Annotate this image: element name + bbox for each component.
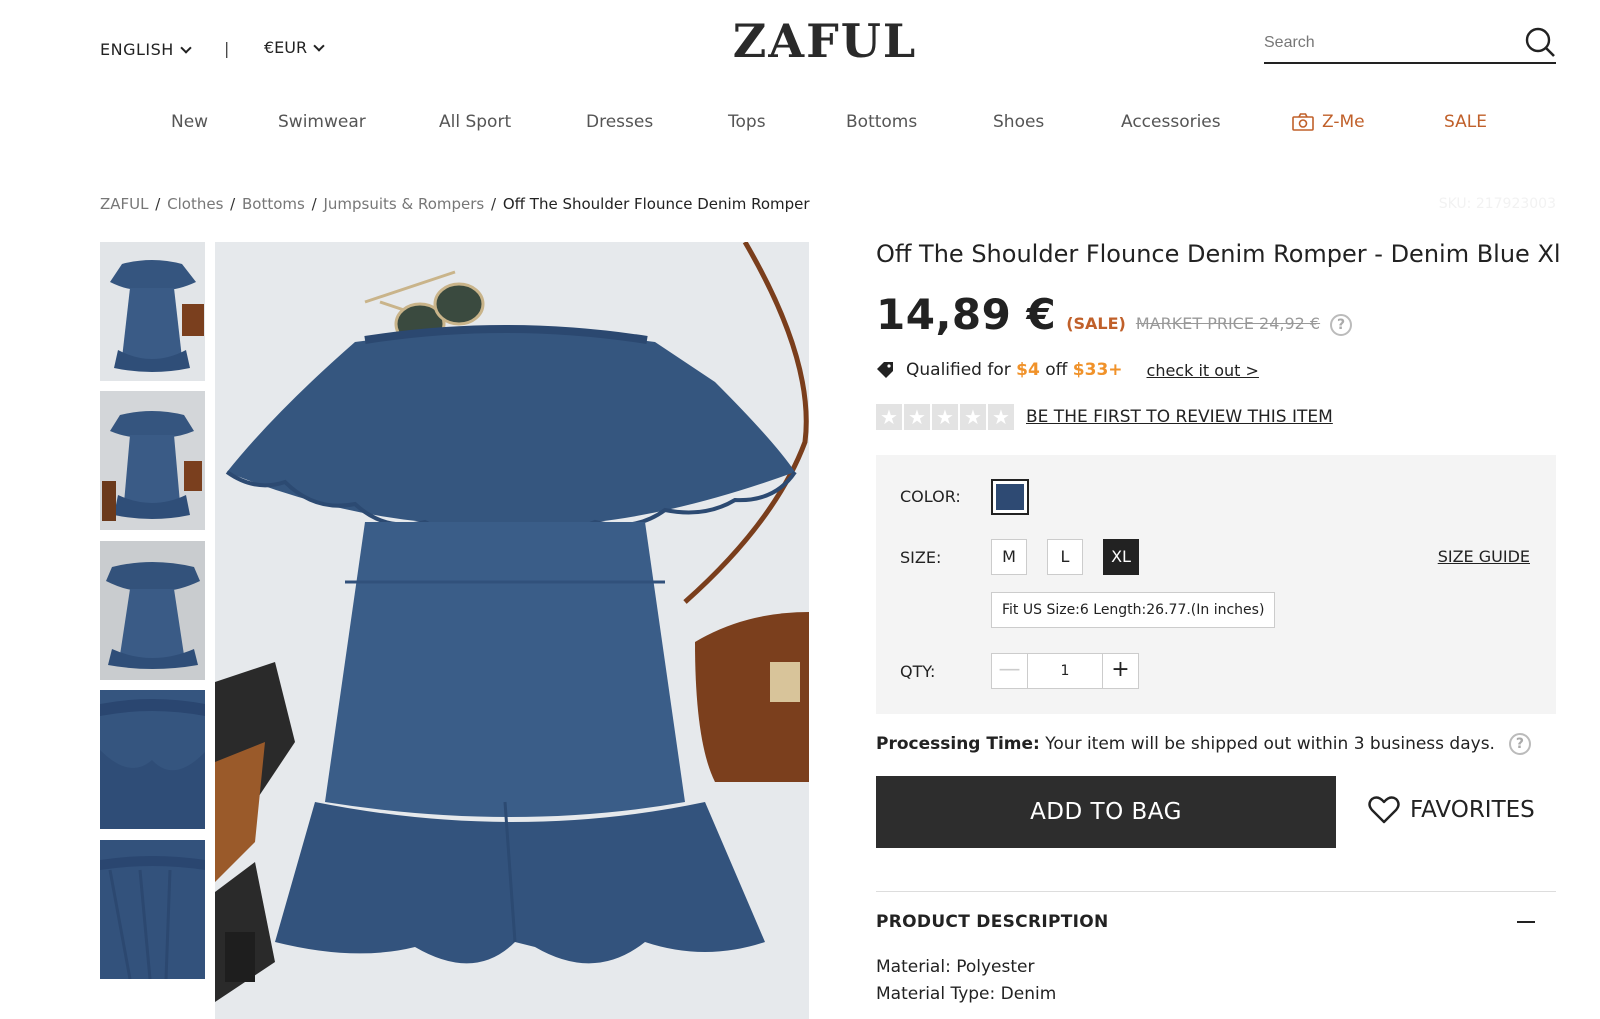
product-thumbnail[interactable] [100,840,205,979]
star-icon: ★ [988,404,1014,430]
qty-decrease-button[interactable]: — [992,654,1028,688]
favorites-button[interactable]: FAVORITES [1368,796,1535,824]
nav-item-sale[interactable]: SALE [1444,112,1487,132]
size-option-l[interactable]: L [1047,539,1083,575]
language-selector[interactable]: ENGLISH [100,40,192,59]
promo-line: Qualified for $4 off $33+ check it out > [876,360,1259,380]
product-description-heading[interactable]: PRODUCT DESCRIPTION [876,912,1109,932]
breadcrumb-link-clothes[interactable]: Clothes [167,195,223,213]
currency-selector[interactable]: €EUR [264,38,325,57]
favorites-label: FAVORITES [1410,797,1535,823]
breadcrumb-link-zaful[interactable]: ZAFUL [100,195,149,213]
size-option-xl[interactable]: XL [1103,539,1139,575]
swatch-fill [996,484,1024,510]
product-thumbnail-image [100,840,205,979]
breadcrumb-separator: / [230,195,236,213]
main-nav: New Swimwear All Sport Dresses Tops Bott… [0,112,1600,142]
write-review-link[interactable]: BE THE FIRST TO REVIEW THIS ITEM [1026,407,1333,427]
promo-threshold: $33+ [1072,360,1123,380]
nav-item-z-me[interactable]: Z-Me [1292,112,1365,132]
description-line: Material Type: Denim [876,984,1057,1004]
chevron-down-icon [313,39,325,52]
nav-item-bottoms[interactable]: Bottoms [846,112,917,132]
quantity-stepper: — 1 + [991,653,1139,689]
breadcrumb: ZAFUL / Clothes / Bottoms / Jumpsuits & … [100,195,810,213]
qty-increase-button[interactable]: + [1102,654,1138,688]
nav-item-dresses[interactable]: Dresses [586,112,653,132]
nav-item-all-sport[interactable]: All Sport [439,112,511,132]
sku-label: SKU: 217923003 [1438,196,1556,212]
star-icon: ★ [960,404,986,430]
header-separator: | [224,39,230,58]
add-to-bag-button[interactable]: ADD TO BAG [876,776,1336,848]
description-line: Material: Polyester [876,957,1035,977]
fit-info: Fit US Size:6 Length:26.77.(In inches) [991,592,1276,628]
breadcrumb-separator: / [155,195,161,213]
nav-item-swimwear[interactable]: Swimwear [278,112,366,132]
divider [876,891,1556,892]
product-thumbnail[interactable] [100,391,205,530]
product-main-image[interactable] [215,242,809,1019]
nav-item-accessories[interactable]: Accessories [1121,112,1221,132]
breadcrumb-separator: / [491,195,497,213]
nav-item-new[interactable]: New [171,112,208,132]
processing-text: Your item will be shipped out within 3 b… [1045,734,1495,754]
processing-label: Processing Time: [876,734,1040,754]
star-rating: ★ ★ ★ ★ ★ [876,404,1014,430]
product-thumbnail[interactable] [100,690,205,829]
nav-item-z-me-label: Z-Me [1322,112,1365,132]
site-logo[interactable]: ZAFUL [700,14,950,68]
star-icon: ★ [932,404,958,430]
breadcrumb-link-bottoms[interactable]: Bottoms [242,195,305,213]
collapse-icon[interactable] [1517,921,1535,923]
product-thumbnail[interactable] [100,242,205,381]
help-icon[interactable]: ? [1330,314,1353,336]
heart-icon [1368,796,1400,824]
search-icon[interactable] [1524,26,1556,58]
nav-item-tops[interactable]: Tops [728,112,766,132]
romper-photo [215,242,809,1019]
size-guide-link[interactable]: SIZE GUIDE [1438,547,1530,566]
tag-icon [877,362,893,378]
product-title: Off The Shoulder Flounce Denim Romper - … [876,240,1561,268]
promo-prefix: Qualified for [906,360,1011,380]
breadcrumb-link-jumpsuits[interactable]: Jumpsuits & Rompers [323,195,484,213]
breadcrumb-current: Off The Shoulder Flounce Denim Romper [502,195,810,213]
price-block: 14,89 € (SALE) MARKET PRICE 24,92 € ? [876,290,1353,339]
options-panel: COLOR: SIZE: M L XL SIZE GUIDE Fit US Si… [876,455,1556,714]
star-icon: ★ [904,404,930,430]
product-thumbnail[interactable] [100,541,205,680]
qty-value[interactable]: 1 [1028,654,1102,688]
handbag-illustration [695,612,809,782]
check-it-out-link[interactable]: check it out > [1147,361,1259,380]
product-thumbnail-image [106,562,200,669]
nav-item-shoes[interactable]: Shoes [993,112,1044,132]
size-option-m[interactable]: M [991,539,1027,575]
sale-tag: (SALE) [1066,314,1126,333]
product-thumbnail-image [110,260,204,372]
color-swatch-denim-blue[interactable] [991,479,1029,515]
product-thumbnail-image [102,411,202,521]
search-bar [1264,24,1556,64]
camera-icon [1292,113,1314,131]
currency-label: €EUR [264,38,308,57]
rating-block: ★ ★ ★ ★ ★ BE THE FIRST TO REVIEW THIS IT… [876,404,1333,430]
product-thumbnail-image [100,690,205,829]
promo-mid: off [1045,360,1068,380]
language-label: ENGLISH [100,40,174,59]
market-price: MARKET PRICE 24,92 € [1135,314,1321,333]
color-label: COLOR: [900,487,961,506]
sale-price: 14,89 € [876,290,1057,339]
promo-discount: $4 [1016,360,1040,380]
promo-text: Qualified for $4 off $33+ [906,360,1123,380]
qty-label: QTY: [900,662,936,681]
size-label: SIZE: [900,548,942,567]
search-input[interactable] [1264,30,1514,56]
breadcrumb-separator: / [311,195,317,213]
help-icon[interactable]: ? [1508,733,1531,755]
chevron-down-icon [180,41,192,54]
processing-time: Processing Time: Your item will be shipp… [876,733,1531,755]
star-icon: ★ [876,404,902,430]
